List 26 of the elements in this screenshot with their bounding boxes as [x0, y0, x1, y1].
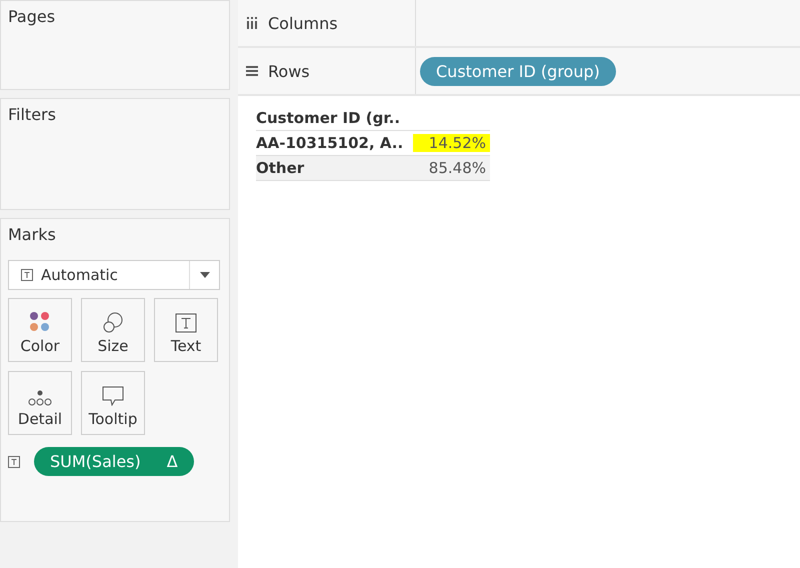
row-label: AA-10315102, A..: [256, 134, 404, 152]
row-label: Other: [256, 159, 304, 177]
text-icon: [21, 269, 33, 281]
shelf-label: Columns: [238, 0, 416, 46]
dots-icon: [28, 390, 52, 406]
table-cell-text: 85.48%: [428, 159, 487, 177]
table-cell: 14.52%: [412, 134, 490, 152]
column-header: Customer ID (gr..: [256, 109, 400, 127]
color-button[interactable]: Color: [8, 298, 72, 362]
size-button[interactable]: Size: [81, 298, 145, 362]
mark-type-dropdown[interactable]: Automatic: [8, 260, 220, 290]
circles-icon: [102, 311, 124, 333]
text-icon: [8, 456, 20, 468]
shelf-label: Rows: [238, 48, 416, 94]
pages-title: Pages: [8, 7, 56, 26]
text-button[interactable]: Text: [154, 298, 218, 362]
rows-icon: [246, 66, 258, 76]
columns-icon: [246, 17, 258, 29]
marks-title: Marks: [8, 225, 57, 244]
tooltip-button[interactable]: Tooltip: [81, 371, 145, 435]
speech-bubble-icon: [102, 386, 124, 406]
detail-button[interactable]: Detail: [8, 371, 72, 435]
filters-title: Filters: [8, 105, 57, 124]
measure-pill[interactable]: SUM(Sales) Δ: [34, 447, 194, 476]
color-dots-icon: [29, 311, 51, 333]
text-icon: [175, 313, 197, 333]
